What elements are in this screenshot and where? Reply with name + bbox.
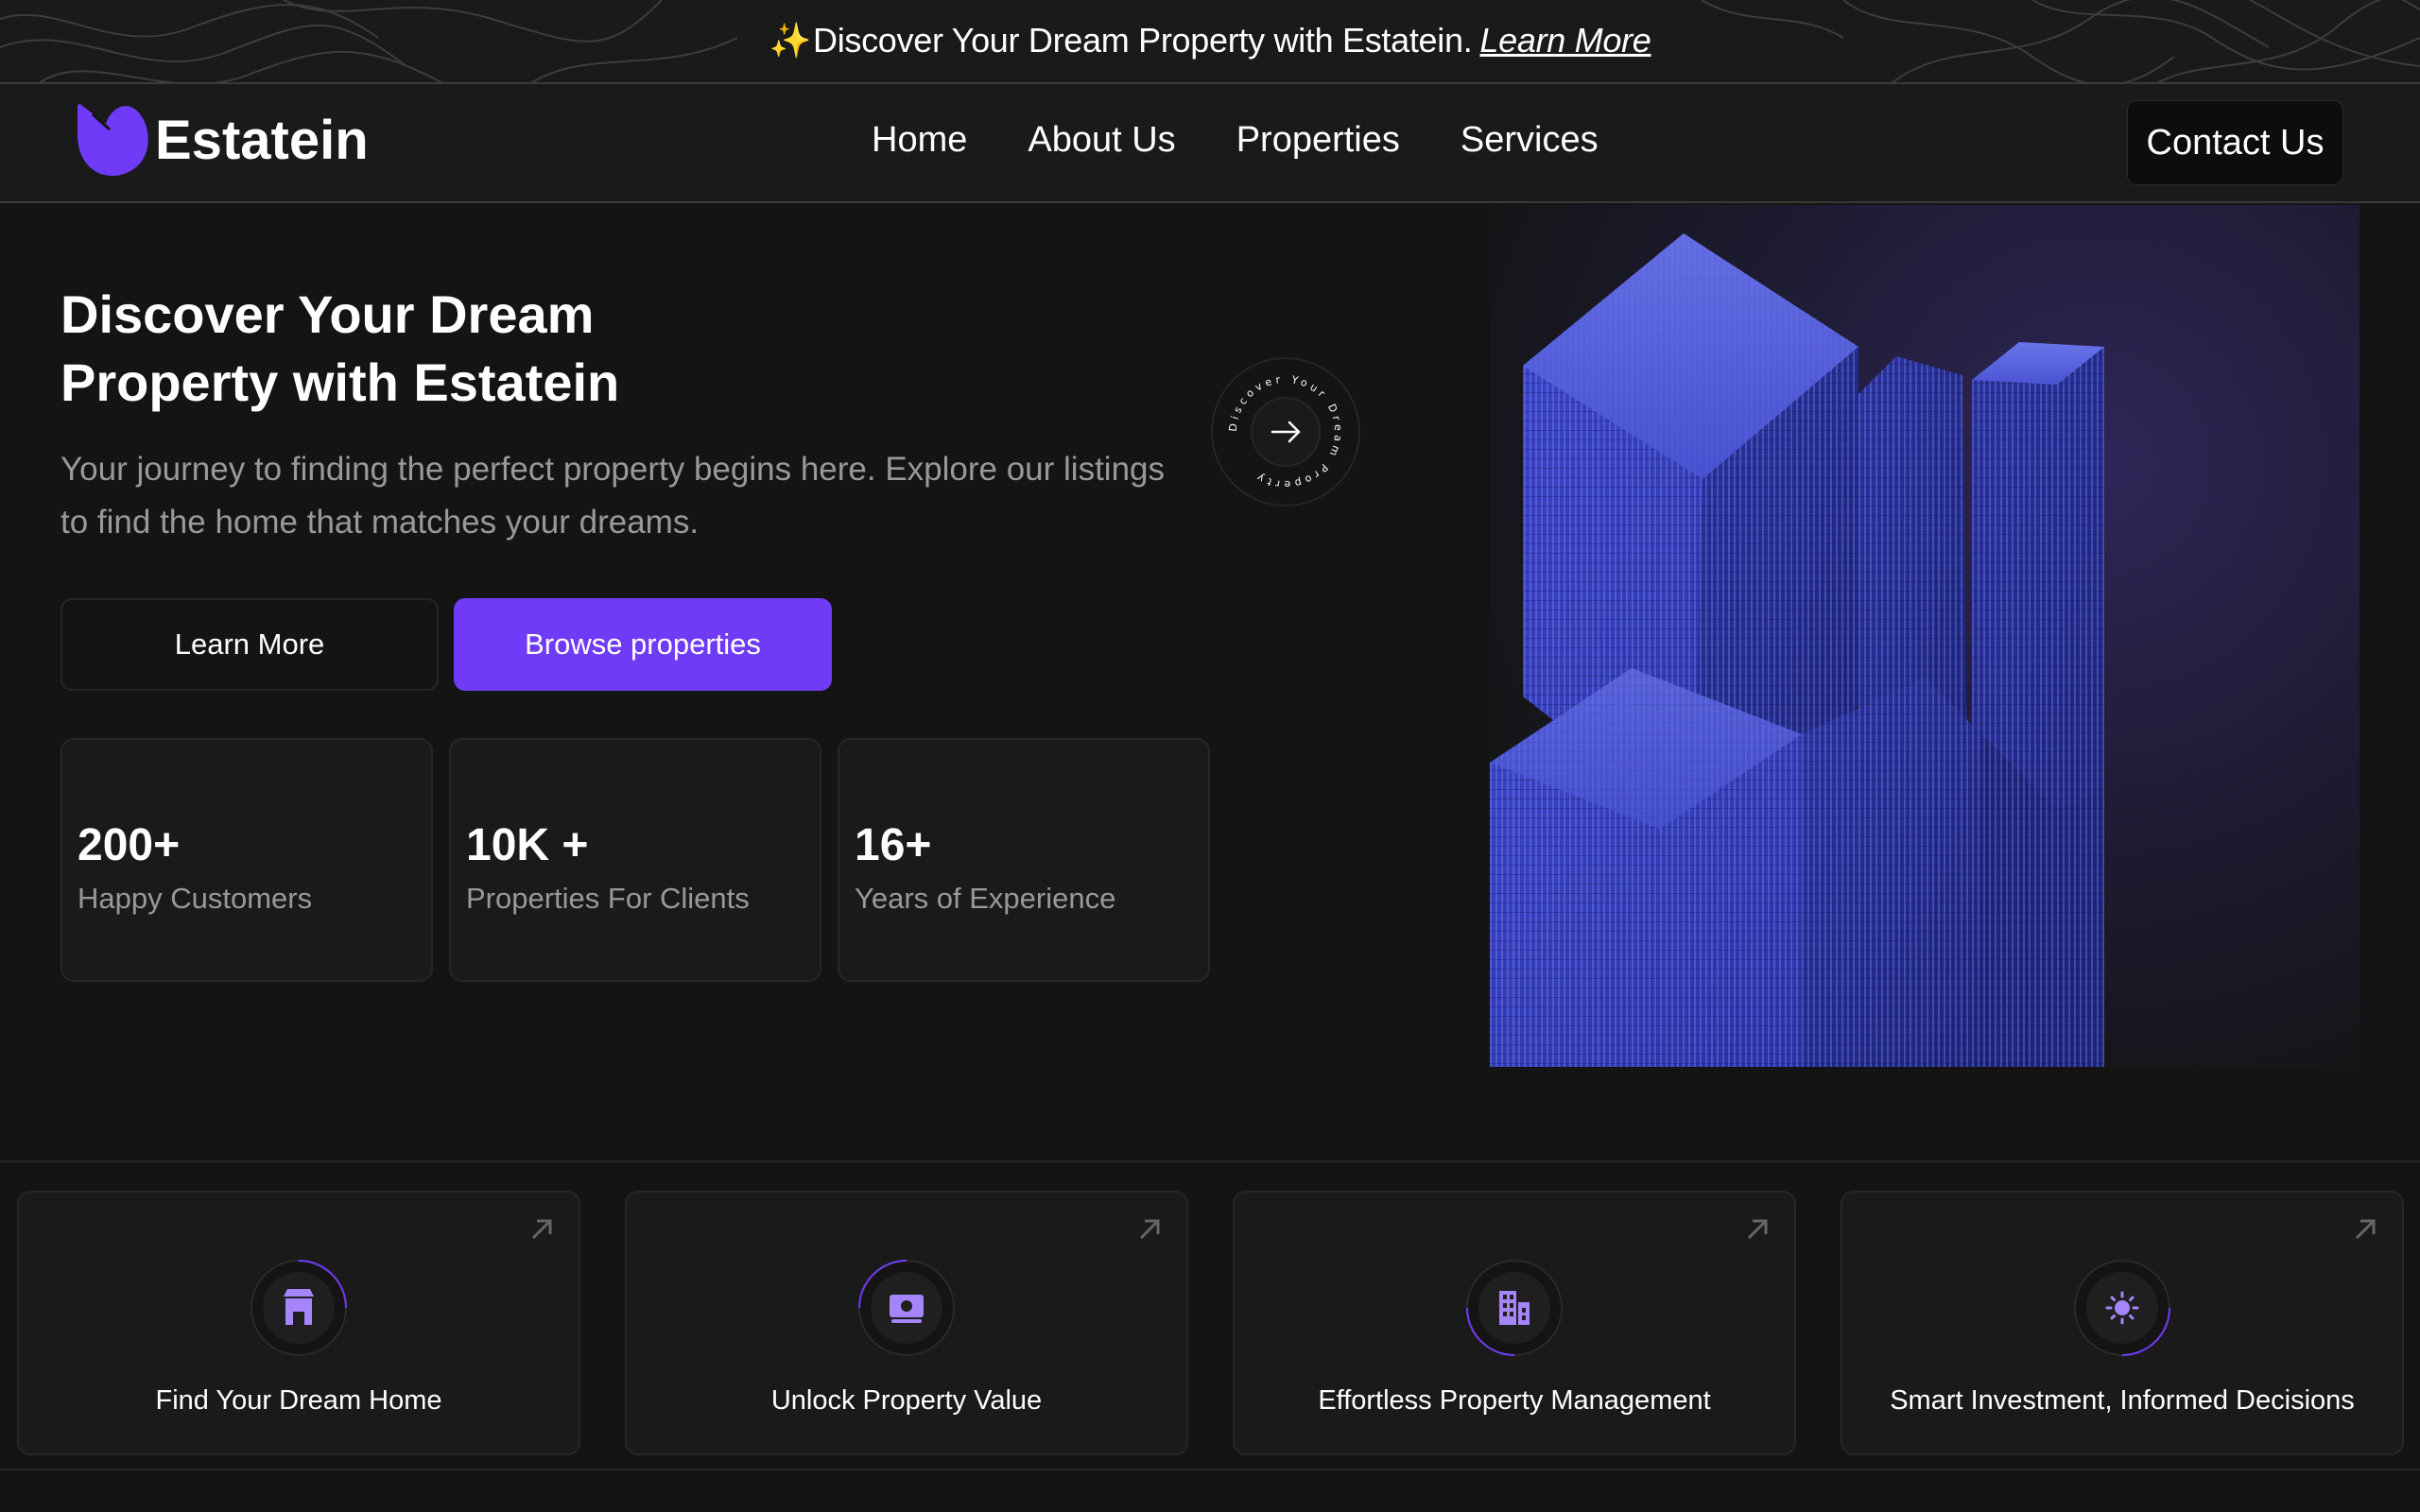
building-icon [1466, 1260, 1563, 1356]
stat-value: 200+ [78, 820, 181, 870]
arrow-up-right-icon [2355, 1219, 2376, 1240]
nav-links: Home About Us Properties Services [872, 120, 1659, 161]
stat-value: 16+ [855, 820, 932, 870]
features-strip: Find Your Dream Home Unlock Property Val… [0, 1160, 2420, 1470]
nav-home[interactable]: Home [872, 120, 967, 161]
feature-label: Effortless Property Management [1318, 1385, 1711, 1416]
stat-label: Happy Customers [78, 882, 313, 915]
announcement-text: ✨Discover Your Dream Property with Estat… [0, 21, 2420, 60]
discover-badge[interactable]: Discover Your Dream Property [1210, 356, 1361, 507]
stat-card-customers: 200+ Happy Customers [60, 738, 433, 982]
stat-label: Properties For Clients [466, 882, 750, 915]
arrow-up-right-icon [1747, 1219, 1768, 1240]
nav-about-us[interactable]: About Us [1028, 120, 1175, 161]
brand-logo[interactable]: Estatein [74, 101, 369, 179]
nav-services[interactable]: Services [1461, 120, 1599, 161]
logo-icon [78, 104, 148, 177]
stat-label: Years of Experience [855, 882, 1116, 915]
feature-card-property-value[interactable]: Unlock Property Value [625, 1191, 1188, 1455]
arrow-up-right-icon [531, 1219, 552, 1240]
hero-subtitle: Your journey to finding the perfect prop… [60, 451, 1166, 541]
sparkle-icon: ✨ [769, 21, 811, 60]
announcement-bar: ✨Discover Your Dream Property with Estat… [0, 0, 2420, 84]
house-icon [251, 1260, 347, 1356]
browse-properties-button[interactable]: Browse properties [454, 598, 832, 691]
feature-label: Unlock Property Value [770, 1385, 1043, 1416]
stat-card-experience: 16+ Years of Experience [838, 738, 1210, 982]
sun-icon [2074, 1260, 2170, 1356]
announcement-message: Discover Your Dream Property with Estate… [813, 21, 1473, 60]
feature-label: Find Your Dream Home [155, 1385, 442, 1416]
nav-properties[interactable]: Properties [1236, 120, 1400, 161]
stat-value: 10K + [466, 820, 589, 870]
learn-more-button[interactable]: Learn More [60, 598, 439, 691]
hero-title: Discover Your Dream Property with Estate… [60, 284, 620, 412]
navbar: Estatein Home About Us Properties Servic… [0, 84, 2420, 203]
contact-us-button[interactable]: Contact Us [2127, 100, 2343, 185]
feature-card-investment[interactable]: Smart Investment, Informed Decisions [1841, 1191, 2404, 1455]
feature-card-dream-home[interactable]: Find Your Dream Home [17, 1191, 580, 1455]
hero-section: Discover Your Dream Property with Estate… [0, 205, 2420, 1160]
feature-label: Smart Investment, Informed Decisions [1890, 1385, 2355, 1416]
hero-building-image [1490, 205, 2360, 1067]
learn-more-link[interactable]: Learn More [1479, 21, 1651, 60]
feature-card-management[interactable]: Effortless Property Management [1233, 1191, 1796, 1455]
arrow-up-right-icon [1139, 1219, 1160, 1240]
money-icon [858, 1260, 955, 1356]
brand-name: Estatein [155, 109, 369, 171]
stat-card-properties: 10K + Properties For Clients [449, 738, 821, 982]
